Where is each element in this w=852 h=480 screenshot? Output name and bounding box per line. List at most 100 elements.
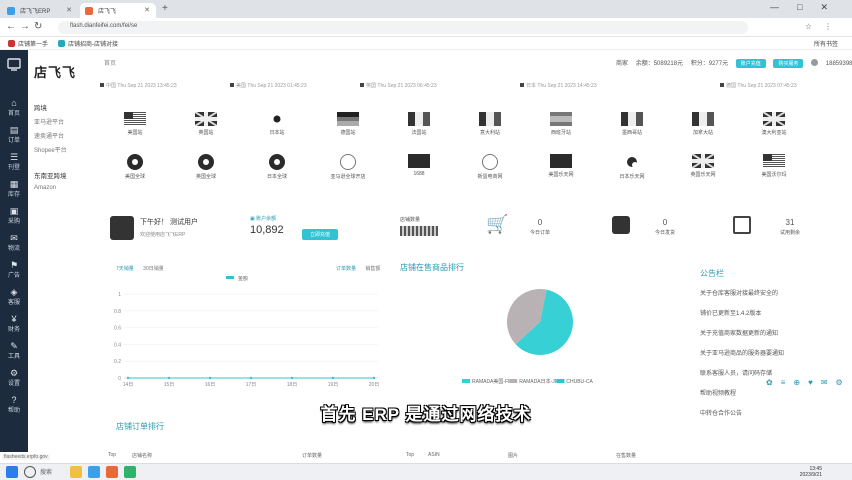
platform-label: 美国全球 — [124, 174, 145, 180]
breadcrumb[interactable]: 首页 — [104, 58, 116, 67]
app-logo[interactable]: 店飞飞 — [34, 62, 76, 81]
tab-30-days[interactable]: 30日销量 — [143, 266, 164, 272]
de-flag-icon — [337, 112, 359, 126]
app-icon[interactable] — [124, 466, 136, 478]
notice-item[interactable]: 铺价已更新至1.4.2版本 — [700, 308, 845, 317]
sidebar-item[interactable]: ✉ 物流 — [0, 233, 28, 252]
bookmark-favicon — [8, 40, 15, 47]
platform-item[interactable]: 西班牙站 — [536, 112, 586, 136]
menu-item[interactable]: Shopee平台 — [34, 145, 94, 154]
forward-icon[interactable]: → — [20, 21, 30, 32]
browser-toolbar-icons[interactable]: ☆⋮ — [805, 22, 844, 31]
back-icon[interactable]: ← — [6, 21, 16, 32]
sidebar-item[interactable]: ◈ 客服 — [0, 287, 28, 306]
floating-tool-icons[interactable]: ✿≡⊕♥✉⚙ — [766, 378, 851, 387]
user-phone[interactable]: 18859398888 — [826, 61, 852, 67]
sidebar-item[interactable]: ⚑ 广告 — [0, 260, 28, 279]
clock-item: 英国 Thu Sep 21 2023 06:45:23 — [360, 82, 437, 89]
legend-swatch — [509, 379, 518, 383]
platform-item[interactable]: 美国乐天网 — [536, 154, 586, 178]
platform-item[interactable]: 意大利站 — [465, 112, 515, 136]
sidebar-label: 刊登 — [7, 165, 20, 171]
platform-item[interactable]: 日本乐天网 — [607, 154, 657, 180]
notice-item[interactable]: 关于充值商家数据更新的通知 — [700, 328, 845, 337]
platform-item[interactable]: 日本站 — [252, 112, 302, 136]
notice-item[interactable]: 帮助视频教程 — [700, 388, 845, 397]
close-icon[interactable]: ✕ — [144, 6, 150, 14]
url-input[interactable]: flash.dianfeifei.com/fei/se — [58, 21, 748, 34]
bookmark-label: 店铺第一手 — [18, 42, 49, 48]
x-tick-label: 14日 — [123, 382, 134, 388]
bookmark-item[interactable]: 店铺第一手 — [8, 39, 48, 48]
platform-item[interactable]: 新蛋电商网 — [465, 154, 515, 180]
sales-line-chart: 0 0.2 0.4 0.6 0.8 1 14日 15日 16日 17日 18日 19日 20日 金额 — [114, 276, 379, 388]
sidebar-item[interactable]: ☰ 刊登 — [0, 152, 28, 171]
notice-item[interactable]: 关于仓库客服对接最终安全的 — [700, 288, 845, 297]
menu-item[interactable]: 亚马逊平台 — [34, 117, 94, 126]
sidebar-item[interactable]: ▤ 订单 — [0, 125, 28, 144]
col-top: Top — [108, 452, 117, 458]
platform-item[interactable]: 澳大利亚站 — [749, 112, 799, 136]
sidebar-item[interactable]: ▦ 库存 — [0, 179, 28, 198]
platform-item[interactable]: 美国站 — [110, 112, 160, 136]
platform-item[interactable]: 德国站 — [323, 112, 373, 136]
bookmarks-bar: 店铺第一手 店铺招商-店铺对接 所有书签 — [0, 37, 852, 50]
header-account: 商家 余额：5089218元 积分：9277元 账户充值 购买服务 188593… — [616, 58, 852, 68]
browser-icon[interactable] — [88, 466, 100, 478]
new-tab-icon[interactable]: + — [162, 3, 168, 14]
sidebar-label: 订单 — [7, 138, 20, 144]
sidebar-item[interactable]: ⌂ 首页 — [0, 98, 28, 117]
sidebar-icon: ✎ — [10, 341, 18, 351]
platform-item[interactable]: 墨西哥站 — [607, 112, 657, 136]
platform-label: 德国站 — [340, 130, 356, 136]
avatar[interactable] — [811, 59, 819, 66]
platform-item[interactable]: 1688 — [394, 154, 444, 177]
sidebar-item[interactable]: ¥ 财务 — [0, 314, 28, 333]
browser-tab[interactable]: 店飞飞ERP ✕ — [2, 3, 78, 18]
app-icon[interactable] — [106, 466, 118, 478]
sidebar-item[interactable]: ✎ 工具 — [0, 341, 28, 360]
platform-item[interactable]: 亚马逊全球开店 — [323, 154, 373, 180]
system-clock[interactable]: 13:45 2023/9/21 — [800, 466, 822, 478]
start-icon[interactable] — [6, 466, 18, 478]
reload-icon[interactable]: ↻ — [34, 21, 42, 32]
avatar — [110, 216, 134, 240]
platform-label: 亚马逊全球开店 — [330, 174, 366, 180]
orders-today-value: 0 — [537, 218, 543, 227]
option-orders[interactable]: 订单数量 — [336, 266, 356, 272]
option-sales[interactable]: 销售额 — [365, 266, 380, 272]
close-icon[interactable]: ✕ — [66, 6, 72, 14]
platform-label: 英国全球 — [195, 174, 216, 180]
bookmark-item[interactable]: 店铺招商-店铺对接 — [58, 39, 118, 48]
search-icon[interactable] — [24, 466, 36, 478]
col-orders: 订单数量 — [302, 453, 323, 459]
shipped-value: 0 — [662, 218, 668, 227]
sidebar-item[interactable]: ⚙ 设置 — [0, 368, 28, 387]
tab-7-days[interactable]: 7天销量 — [116, 266, 134, 272]
platform-item[interactable]: 美国全球 — [110, 154, 160, 180]
menu-item[interactable]: 速卖通平台 — [34, 131, 94, 140]
platform-item[interactable]: 加拿大站 — [678, 112, 728, 136]
platform-item[interactable]: 英国全球 — [181, 154, 231, 180]
notice-item[interactable]: 关于亚马逊商品的服务器要通知 — [700, 348, 845, 357]
browser-tab-active[interactable]: 店飞飞 ✕ — [80, 3, 156, 18]
menu-item[interactable]: Amazon — [34, 185, 94, 191]
platform-item[interactable]: 美国沃尔玛 — [749, 154, 799, 178]
platform-item[interactable]: 法国站 — [394, 112, 444, 136]
window-controls[interactable]: —□✕ — [770, 2, 846, 13]
platform-item[interactable]: 英国站 — [181, 112, 231, 136]
platform-item[interactable]: 日本全球 — [252, 154, 302, 180]
store-rank-title: 店铺在售商品排行 — [400, 263, 464, 272]
mx-flag-icon — [621, 112, 643, 126]
notice-item[interactable]: 联系客服人员，请问码存储 — [700, 368, 845, 377]
recharge-button[interactable]: 立即充值 — [302, 229, 339, 240]
taskbar-search[interactable]: 搜索 — [40, 467, 52, 476]
folder-icon[interactable] — [70, 466, 82, 478]
col-stock: 在售数量 — [616, 453, 637, 459]
recharge-account-button[interactable]: 账户充值 — [735, 59, 766, 68]
sidebar-item[interactable]: ▣ 采购 — [0, 206, 28, 225]
trial-days: 31 试用剩余 — [778, 218, 802, 236]
buy-service-button[interactable]: 购买服务 — [773, 59, 804, 68]
all-bookmarks[interactable]: 所有书签 — [814, 39, 838, 48]
platform-item[interactable]: 英国乐天网 — [678, 154, 728, 178]
